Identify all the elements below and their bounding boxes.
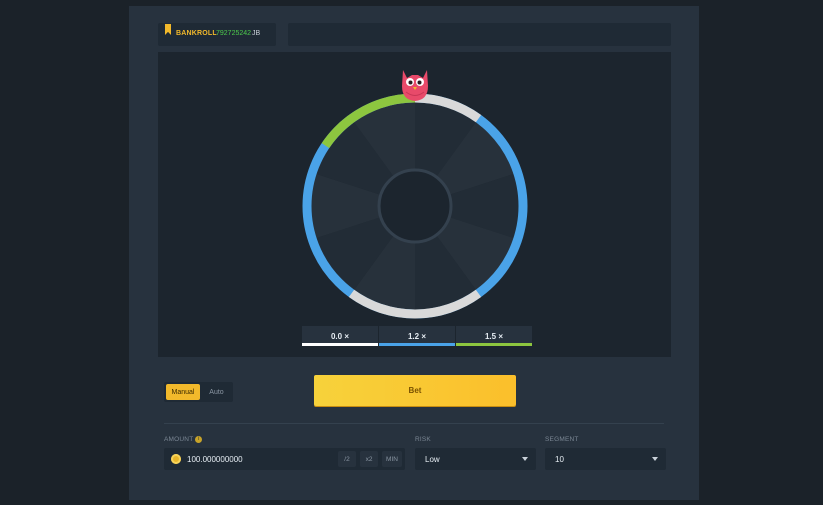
multiplier-0: 0.0 × (302, 326, 378, 346)
amount-input[interactable]: 100.000000000 (187, 455, 243, 464)
multiplier-label: 1.2 × (407, 331, 426, 341)
mode-toggle: Manual Auto (164, 382, 233, 402)
auto-tab[interactable]: Auto (202, 384, 231, 400)
wheel (302, 70, 528, 319)
segment-value: 10 (555, 455, 564, 464)
risk-select[interactable]: Low (415, 448, 536, 470)
multiplier-bar (456, 343, 532, 346)
segment-label: SEGMENT (545, 436, 579, 443)
chevron-down-icon (522, 457, 528, 461)
multiplier-2: 1.5 × (456, 326, 532, 346)
bet-button[interactable]: Bet (314, 375, 516, 406)
info-icon[interactable]: i (195, 436, 203, 443)
risk-label: RISK (415, 436, 431, 443)
min-button[interactable]: MIN (382, 451, 402, 467)
wheel-hub (377, 168, 453, 244)
coin-icon (171, 454, 181, 464)
multiplier-bar (302, 343, 378, 346)
multiplier-label: 0.0 × (330, 331, 349, 341)
segment-select[interactable]: 10 (545, 448, 666, 470)
double-button[interactable]: x2 (360, 451, 378, 467)
multiplier-bar (379, 343, 455, 346)
chevron-down-icon (652, 457, 658, 461)
multiplier-1: 1.2 × (379, 326, 455, 346)
manual-tab[interactable]: Manual (166, 384, 200, 400)
multiplier-row: 0.0 × 1.2 × 1.5 × (302, 326, 533, 346)
multiplier-label: 1.5 × (484, 331, 503, 341)
divider (164, 423, 664, 424)
half-button[interactable]: /2 (338, 451, 356, 467)
owl-icon (402, 70, 428, 101)
risk-value: Low (425, 455, 440, 464)
amount-field[interactable]: 100.000000000 /2 x2 MIN (164, 448, 405, 470)
amount-label: AMOUNT (164, 436, 194, 444)
amount-label-row: AMOUNT i (164, 436, 203, 444)
